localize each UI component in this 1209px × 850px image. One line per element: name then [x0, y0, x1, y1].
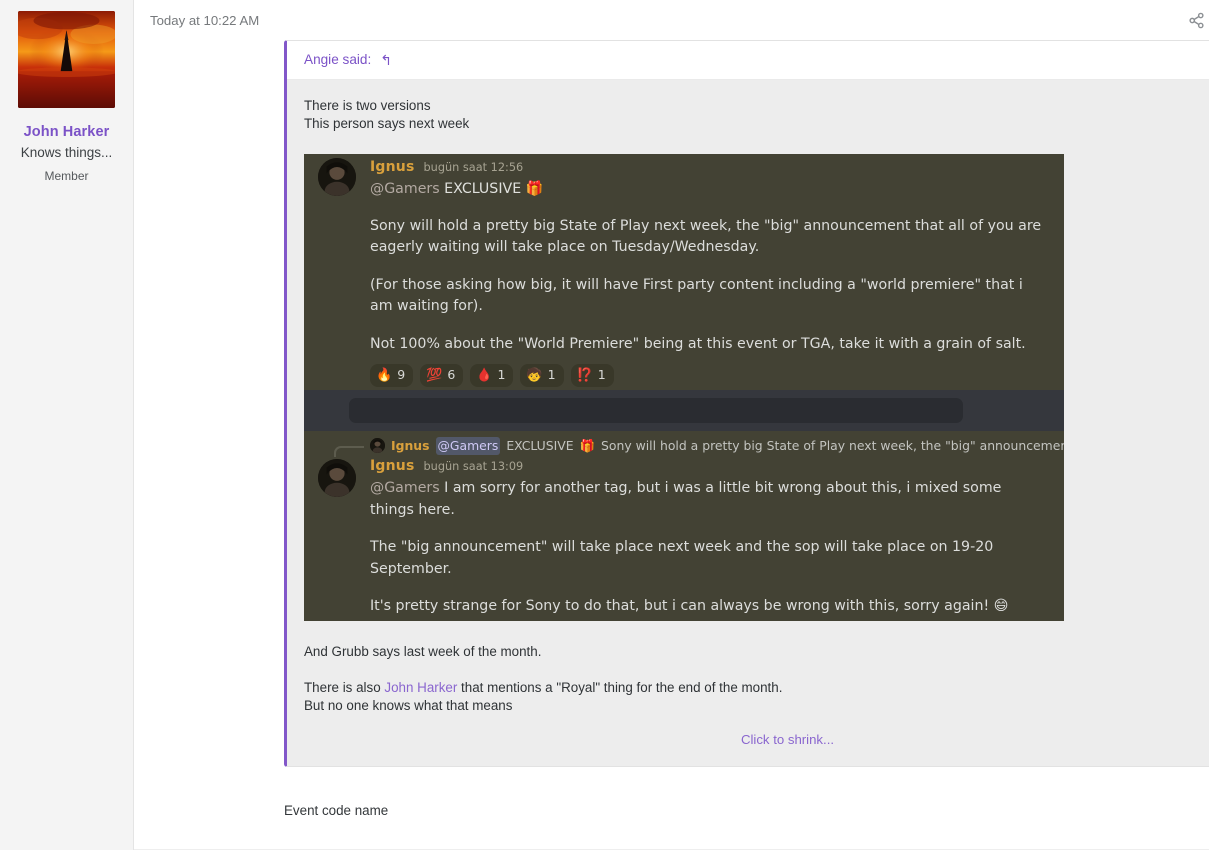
- embed-timestamp: bugün saat 12:56: [424, 159, 524, 177]
- quote-intro-line-1: There is two versions: [304, 97, 1209, 115]
- reaction-badge[interactable]: 🔥 9: [370, 364, 413, 386]
- quote-outro-post: that mentions a "Royal" thing for the en…: [457, 680, 782, 695]
- reaction-badge[interactable]: 🧒 1: [520, 364, 563, 386]
- author-title: Knows things...: [21, 145, 113, 160]
- embed-avatar-ignus: [318, 158, 356, 196]
- reply-connector-line: [334, 446, 364, 457]
- embed-username: Ignus: [370, 158, 415, 176]
- reply-ref-mention: @Gamers: [436, 437, 501, 455]
- post-text-below-quote: Event code name: [134, 767, 1209, 818]
- dark-tower-fiery-sky-avatar: [18, 11, 115, 108]
- jump-to-quote-icon[interactable]: ↰: [380, 53, 392, 67]
- quote-intro-line-2: This person says next week: [304, 115, 1209, 133]
- embed-message-first: Ignus bugün saat 12:56 @Gamers EXCLUSIVE…: [304, 154, 1064, 356]
- embed-paragraph-2: The "big announcement" will take place n…: [370, 537, 1048, 580]
- reaction-badge[interactable]: 💯 6: [420, 364, 463, 386]
- reaction-badge[interactable]: ⁉️ 1: [571, 364, 614, 386]
- embed-paragraph-1: @Gamers I am sorry for another tag, but …: [370, 476, 1048, 521]
- avatar[interactable]: [18, 11, 115, 108]
- embed-avatar-ignus-2: [318, 459, 356, 497]
- person-avatar-icon: [318, 459, 356, 497]
- child-face-emoji-icon: 🧒: [526, 369, 542, 382]
- embed-username: Ignus: [370, 457, 415, 475]
- reply-ref-preview: Sony will hold a pretty big State of Pla…: [601, 437, 1064, 455]
- embed-message-header-2: Ignus bugün saat 13:09: [370, 457, 1048, 476]
- post-author-sidebar: John Harker Knows things... Member: [0, 0, 134, 850]
- embed-mention-tag: @Gamers: [370, 480, 440, 496]
- embed-reactions-second: 💯 4 ❤️ 1: [304, 618, 1064, 621]
- blood-drop-emoji-icon: 🩸: [476, 369, 492, 382]
- quote-outro-pre: There is also: [304, 680, 384, 695]
- hundred-emoji-icon: 💯: [426, 369, 442, 382]
- embed-paragraph-3: It's pretty strange for Sony to do that,…: [370, 596, 1048, 618]
- embed-paragraph-3: Not 100% about the "World Premiere" bein…: [370, 334, 1048, 356]
- author-rank: Member: [44, 169, 88, 183]
- user-mention-link[interactable]: John Harker: [384, 680, 457, 695]
- forum-post-page: John Harker Knows things... Member Today…: [0, 0, 1209, 850]
- embed-headline-row: @Gamers EXCLUSIVE 🎁: [370, 177, 1048, 200]
- embed-headline: EXCLUSIVE: [444, 181, 521, 197]
- reaction-count: 1: [598, 366, 606, 384]
- share-icon[interactable]: [1188, 12, 1205, 29]
- exclamation-question-emoji-icon: ⁉️: [577, 369, 593, 382]
- reaction-count: 1: [548, 366, 556, 384]
- quote-outro-line-1: And Grubb says last week of the month.: [304, 643, 1209, 661]
- embed-reply-reference[interactable]: Ignus @Gamers EXCLUSIVE 🎁 Sony will hold…: [304, 437, 1064, 457]
- post-header: Today at 10:22 AM #4,779: [134, 0, 1209, 40]
- embed-mention-tag: @Gamers: [370, 181, 440, 197]
- embed-message-header: Ignus bugün saat 12:56: [370, 154, 1048, 177]
- reaction-count: 1: [497, 366, 505, 384]
- embed-redacted-bar: [349, 398, 963, 423]
- click-to-shrink-link[interactable]: Click to shrink...: [304, 715, 1209, 749]
- quote-author-label[interactable]: Angie said:: [304, 52, 371, 67]
- embed-mini-avatar: [370, 438, 385, 453]
- post-main-column: Today at 10:22 AM #4,779 Angie said: ↰ T…: [134, 0, 1209, 850]
- quote-body: There is two versions This person says n…: [287, 80, 1209, 766]
- quote-block: Angie said: ↰ There is two versions This…: [284, 40, 1209, 767]
- post-date: Today at 10:22 AM: [150, 13, 259, 28]
- reply-ref-username: Ignus: [391, 437, 430, 455]
- reaction-count: 6: [447, 366, 455, 384]
- reaction-badge[interactable]: 🩸 1: [470, 364, 513, 386]
- embed-paragraph-1: Sony will hold a pretty big State of Pla…: [370, 216, 1048, 259]
- embed-paragraph-1-text: I am sorry for another tag, but i was a …: [370, 480, 1001, 518]
- author-name[interactable]: John Harker: [24, 124, 110, 141]
- person-avatar-icon: [318, 158, 356, 196]
- fire-emoji-icon: 🔥: [376, 369, 392, 382]
- embed-message-second-wrap: Ignus @Gamers EXCLUSIVE 🎁 Sony will hold…: [304, 437, 1064, 621]
- embed-divider-strip: [304, 390, 1064, 431]
- gift-emoji-icon: 🎁: [580, 437, 595, 455]
- gift-emoji-icon: 🎁: [526, 181, 544, 197]
- embed-timestamp: bugün saat 13:09: [424, 458, 524, 476]
- quote-outro-line-2: There is also John Harker that mentions …: [304, 679, 1209, 697]
- reply-ref-headline: EXCLUSIVE: [506, 437, 573, 455]
- embed-message-second: Ignus bugün saat 13:09 @Gamers I am sorr…: [304, 457, 1064, 618]
- quote-header: Angie said: ↰: [287, 41, 1209, 80]
- post-header-actions: #4,779: [1188, 12, 1209, 29]
- embed-paragraph-2: (For those asking how big, it will have …: [370, 275, 1048, 318]
- reaction-count: 9: [397, 366, 405, 384]
- embed-reactions-first: 🔥 9 💯 6 🩸 1 🧒 1: [304, 355, 1064, 386]
- quote-outro-line-3: But no one knows what that means: [304, 697, 1209, 715]
- embedded-discord-screenshot[interactable]: Ignus bugün saat 12:56 @Gamers EXCLUSIVE…: [304, 154, 1064, 621]
- person-avatar-icon: [370, 438, 385, 453]
